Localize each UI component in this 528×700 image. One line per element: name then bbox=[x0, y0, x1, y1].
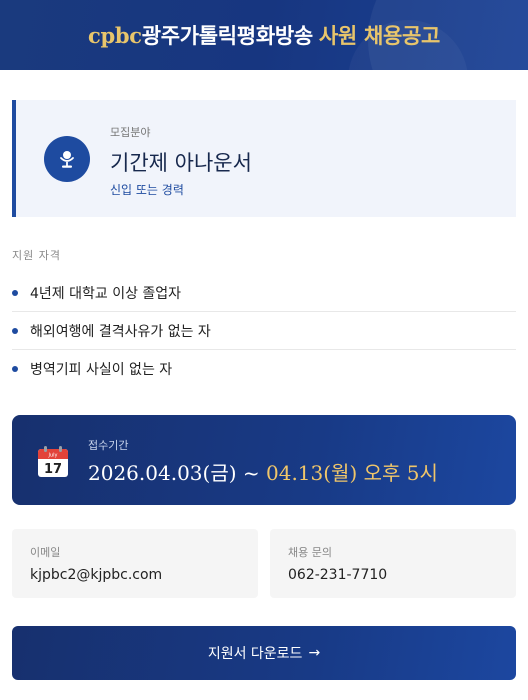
station-name: 광주가톨릭평화방송 bbox=[141, 23, 313, 48]
period-start: 2026.04.03(금) ~ bbox=[88, 461, 266, 485]
position-card: 모집분야 기간제 아나운서 신입 또는 경력 bbox=[12, 100, 516, 217]
qualification-text: 해외여행에 결격사유가 없는 자 bbox=[30, 323, 211, 340]
bullet-icon bbox=[12, 366, 18, 372]
position-subtitle: 신입 또는 경력 bbox=[110, 183, 184, 197]
email-box: 이메일 kjpbc2@kjpbc.com bbox=[12, 529, 258, 598]
period-value: 2026.04.03(금) ~ 04.13(월) 오후 5시 bbox=[88, 457, 438, 486]
arrow-right-icon: → bbox=[308, 645, 321, 661]
microphone-icon bbox=[44, 136, 90, 182]
phone-value[interactable]: 062-231-7710 bbox=[288, 567, 387, 583]
phone-box: 채용 문의 062-231-7710 bbox=[270, 529, 516, 598]
brand-name: cpbc bbox=[87, 22, 142, 48]
position-title: 기간제 아나운서 bbox=[110, 151, 252, 175]
header-banner: cpbc 광주가톨릭평화방송 사원 채용공고 bbox=[0, 0, 528, 70]
list-item: 병역기피 사실이 없는 자 bbox=[12, 350, 516, 388]
list-item: 해외여행에 결격사유가 없는 자 bbox=[12, 312, 516, 350]
bullet-icon bbox=[12, 327, 18, 334]
title-suffix: 사원 채용공고 bbox=[318, 23, 441, 48]
period-end: 04.13(월) 오후 5시 bbox=[266, 461, 438, 485]
qualifications-list: 4년제 대학교 이상 졸업자 해외여행에 결격사유가 없는 자 병역기피 사실이… bbox=[12, 274, 516, 388]
list-item: 4년제 대학교 이상 졸업자 bbox=[12, 274, 516, 312]
position-label: 모집분야 bbox=[110, 126, 151, 139]
qualification-text: 4년제 대학교 이상 졸업자 bbox=[30, 285, 182, 302]
download-application-button[interactable]: 지원서 다운로드 → bbox=[12, 626, 516, 680]
period-label: 접수기간 bbox=[88, 439, 129, 452]
calendar-month: July bbox=[48, 453, 58, 459]
qualification-text: 병역기피 사실이 없는 자 bbox=[30, 362, 173, 378]
page-title: cpbc 광주가톨릭평화방송 사원 채용공고 bbox=[0, 0, 528, 70]
calendar-day: 17 bbox=[44, 462, 62, 477]
email-label: 이메일 bbox=[30, 546, 61, 559]
email-value[interactable]: kjpbc2@kjpbc.com bbox=[30, 567, 162, 583]
calendar-icon: July 17 bbox=[38, 446, 68, 477]
phone-label: 채용 문의 bbox=[288, 546, 332, 559]
bullet-icon bbox=[12, 289, 18, 296]
application-period-card: July 17 접수기간 2026.04.03(금) ~ 04.13(월) 오후… bbox=[12, 415, 516, 505]
download-label: 지원서 다운로드 bbox=[207, 646, 303, 662]
qualifications-heading: 지원 자격 bbox=[12, 249, 61, 262]
